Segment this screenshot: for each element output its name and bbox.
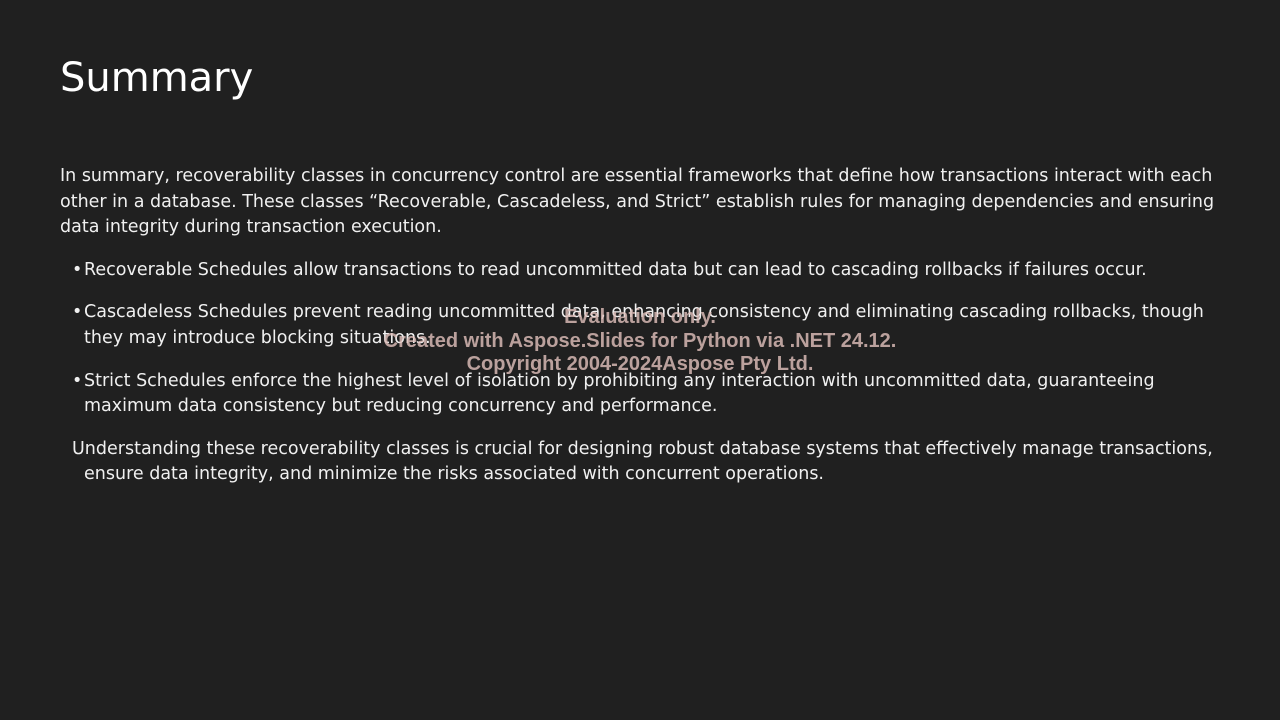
watermark-line-3: Copyright 2004-2024Aspose Pty Ltd. [466, 353, 814, 375]
intro-paragraph: In summary, recoverability classes in co… [60, 166, 1215, 238]
bullet-text: Recoverable Schedules allow transactions… [84, 259, 1147, 280]
evaluation-watermark: Evaluation only. Created with Aspose.Sli… [300, 306, 980, 377]
watermark-line-2: Created with Aspose.Slides for Python vi… [383, 329, 897, 352]
bullet-text: Strict Schedules enforce the highest lev… [84, 370, 1155, 417]
bullet-marker: • [72, 370, 83, 391]
slide-title: Summary [60, 55, 254, 101]
slide: Summary In summary, recoverability class… [0, 0, 1280, 720]
watermark-line-1: Evaluation only. [564, 306, 716, 328]
closing-paragraph: Understanding these recoverability class… [72, 438, 1213, 485]
bullet-marker: • [72, 302, 83, 323]
bullet-item-recoverable: • Recoverable Schedules allow transactio… [60, 258, 1230, 284]
bullet-marker: • [72, 259, 83, 280]
